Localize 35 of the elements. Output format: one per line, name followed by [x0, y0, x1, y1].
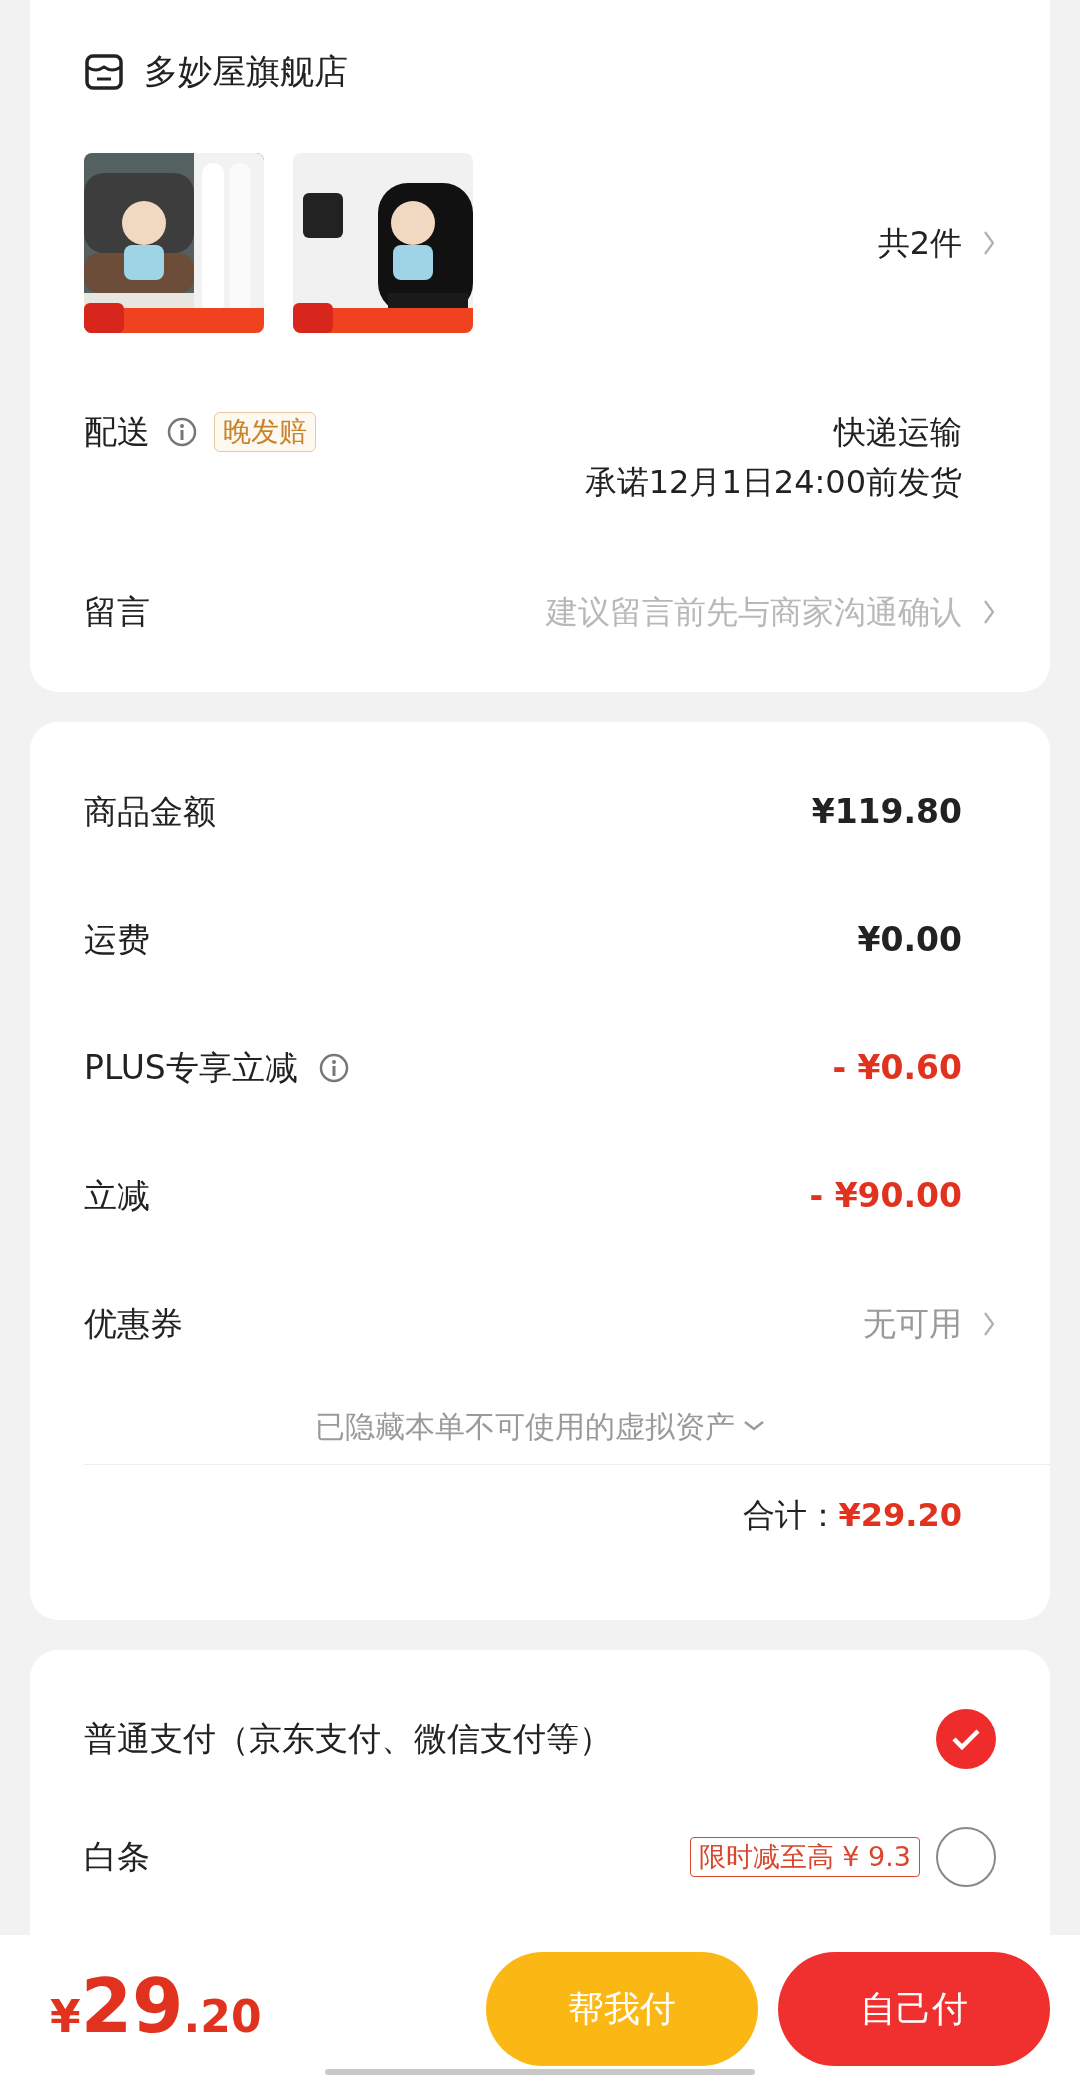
- promo-tag: 限时减至高 ¥ 9.3: [689, 1837, 920, 1877]
- chevron-right-icon: [982, 229, 996, 257]
- radio-button[interactable]: [936, 1827, 996, 1887]
- checkmark-icon: [951, 1727, 981, 1751]
- payment-option[interactable]: 白条: [84, 1832, 150, 1882]
- late-compensation-tag: 晚发赔: [214, 412, 316, 452]
- amount-label: 优惠券: [84, 1303, 183, 1346]
- price-integer: 29: [80, 1968, 184, 2043]
- message-label: 留言: [84, 591, 150, 633]
- delivery-promise: 承诺12月1日24:00前发货: [584, 462, 962, 503]
- delivery-method: 快递运输: [834, 412, 962, 453]
- amount-value: - ¥0.60: [832, 1047, 962, 1090]
- price-decimal: .20: [183, 1989, 262, 2044]
- amount-value: ¥119.80: [811, 791, 962, 834]
- amount-value: ¥0.00: [857, 919, 962, 962]
- item-count[interactable]: 共2件: [877, 219, 962, 267]
- delivery-label: 配送: [84, 411, 150, 454]
- amount-value: - ¥90.00: [809, 1175, 962, 1218]
- amount-label: 运费: [84, 919, 150, 962]
- amount-label: 商品金额: [84, 791, 216, 834]
- pay-button[interactable]: 自己付: [778, 1952, 1050, 2066]
- info-icon[interactable]: [166, 416, 198, 448]
- price-currency: ¥: [50, 1989, 81, 2044]
- info-icon[interactable]: [317, 1052, 350, 1084]
- store-icon: [84, 52, 124, 91]
- payment-option[interactable]: 普通支付（京东支付、微信支付等）: [84, 1714, 612, 1764]
- total-value: ¥29.20: [838, 1495, 962, 1536]
- amount-label: PLUS专享立减: [84, 1047, 298, 1090]
- amount-label: 立减: [84, 1175, 150, 1218]
- chevron-down-icon: [743, 1420, 765, 1432]
- radio-button[interactable]: [936, 1709, 996, 1769]
- total-label: 合计：: [742, 1495, 839, 1536]
- message-field[interactable]: 建议留言前先与商家沟通确认: [402, 587, 962, 636]
- shop-name[interactable]: 多妙屋旗舰店: [144, 46, 348, 97]
- chevron-right-icon: [982, 1310, 996, 1338]
